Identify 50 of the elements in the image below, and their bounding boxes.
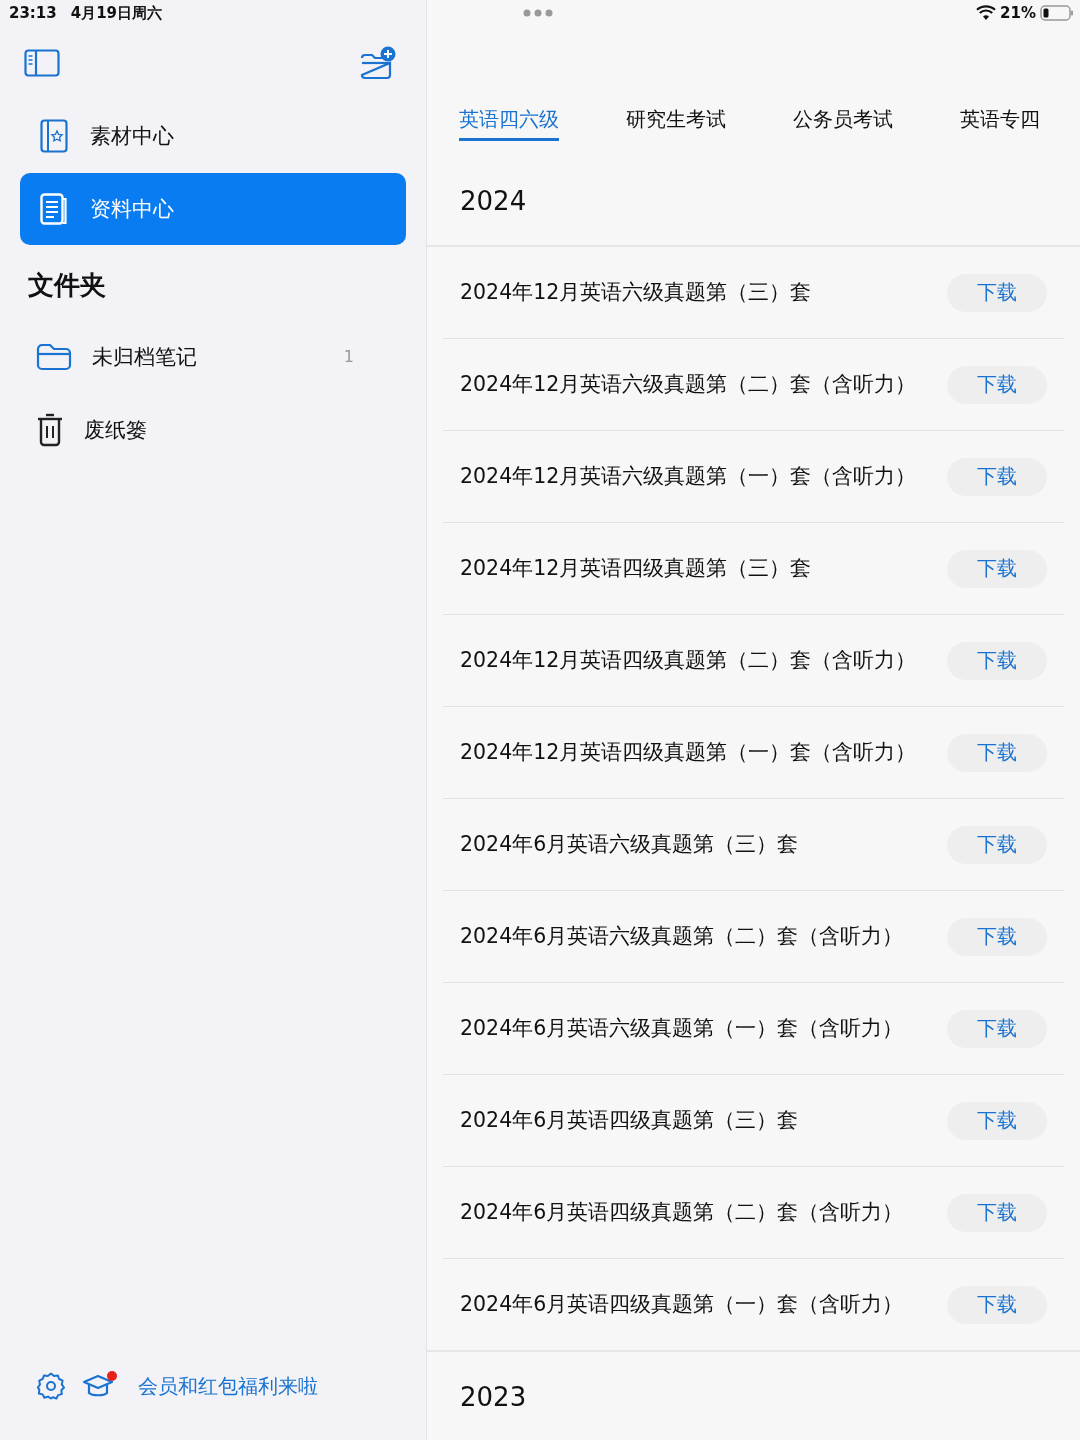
status-time: 23:13 (9, 4, 57, 22)
year-heading: 2024 (459, 185, 528, 218)
sidebar-toggle-icon[interactable] (24, 49, 60, 77)
folder-label[interactable]: 未归档笔记 (92, 342, 197, 371)
document-title: 2024年6月英语四级真题第（三）套 (460, 1107, 800, 1134)
category-tab[interactable]: 英语专四 (960, 106, 1040, 141)
category-tab[interactable]: 研究生考试 (626, 106, 726, 141)
new-folder-icon[interactable] (360, 46, 396, 80)
document-title: 2024年12月英语六级真题第（一）套（含听力） (460, 463, 918, 490)
status-date: 4月19日周六 (70, 3, 163, 23)
document-title: 2024年6月英语六级真题第（三）套 (460, 831, 800, 858)
download-button[interactable]: 下载 (947, 825, 1047, 864)
trash-icon (36, 412, 64, 447)
download-button[interactable]: 下载 (947, 641, 1047, 680)
document-title: 2024年12月英语四级真题第（二）套（含听力） (460, 647, 918, 674)
download-button[interactable]: 下载 (947, 457, 1047, 496)
download-button[interactable]: 下载 (947, 733, 1047, 772)
download-button[interactable]: 下载 (947, 1009, 1047, 1048)
battery-percent: 21% (1000, 4, 1036, 22)
sidebar-item[interactable]: 素材中心 (20, 100, 406, 172)
battery-icon (1040, 5, 1074, 21)
more-dots-icon[interactable] (523, 9, 553, 17)
document-title: 2024年6月英语四级真题第（二）套（含听力） (460, 1199, 905, 1226)
category-tab[interactable]: 英语四六级 (459, 106, 559, 141)
settings-icon[interactable] (36, 1371, 66, 1401)
notebook-icon (40, 119, 68, 153)
document-icon (40, 193, 68, 225)
promo-link[interactable]: 会员和红包福利来啦 (138, 1372, 318, 1400)
sidebar-item[interactable]: 资料中心 (20, 173, 406, 245)
year-heading: 2023 (459, 1381, 528, 1412)
document-title: 2024年12月英语四级真题第（一）套（含听力） (460, 739, 918, 766)
document-title: 2024年6月英语六级真题第（一）套（含听力） (460, 1015, 905, 1042)
document-title: 2024年12月英语六级真题第（二）套（含听力） (460, 371, 918, 398)
category-tab[interactable]: 公务员考试 (793, 106, 893, 141)
download-button[interactable]: 下载 (947, 1101, 1047, 1140)
folder-icon (36, 342, 72, 371)
document-title: 2024年12月英语四级真题第（三）套 (460, 555, 813, 582)
download-button[interactable]: 下载 (947, 273, 1047, 312)
download-button[interactable]: 下载 (947, 1193, 1047, 1232)
folder-label[interactable]: 废纸篓 (84, 415, 147, 444)
download-button[interactable]: 下载 (947, 1285, 1047, 1324)
wifi-icon (976, 5, 997, 21)
document-title: 2024年12月英语六级真题第（三）套 (460, 279, 813, 306)
section-title: 文件夹 (27, 269, 107, 302)
document-title: 2024年6月英语四级真题第（一）套（含听力） (460, 1291, 905, 1318)
download-button[interactable]: 下载 (947, 549, 1047, 588)
item-count: 1 (343, 347, 354, 366)
download-button[interactable]: 下载 (947, 365, 1047, 404)
download-button[interactable]: 下载 (947, 917, 1047, 956)
document-title: 2024年6月英语六级真题第（二）套（含听力） (460, 923, 905, 950)
